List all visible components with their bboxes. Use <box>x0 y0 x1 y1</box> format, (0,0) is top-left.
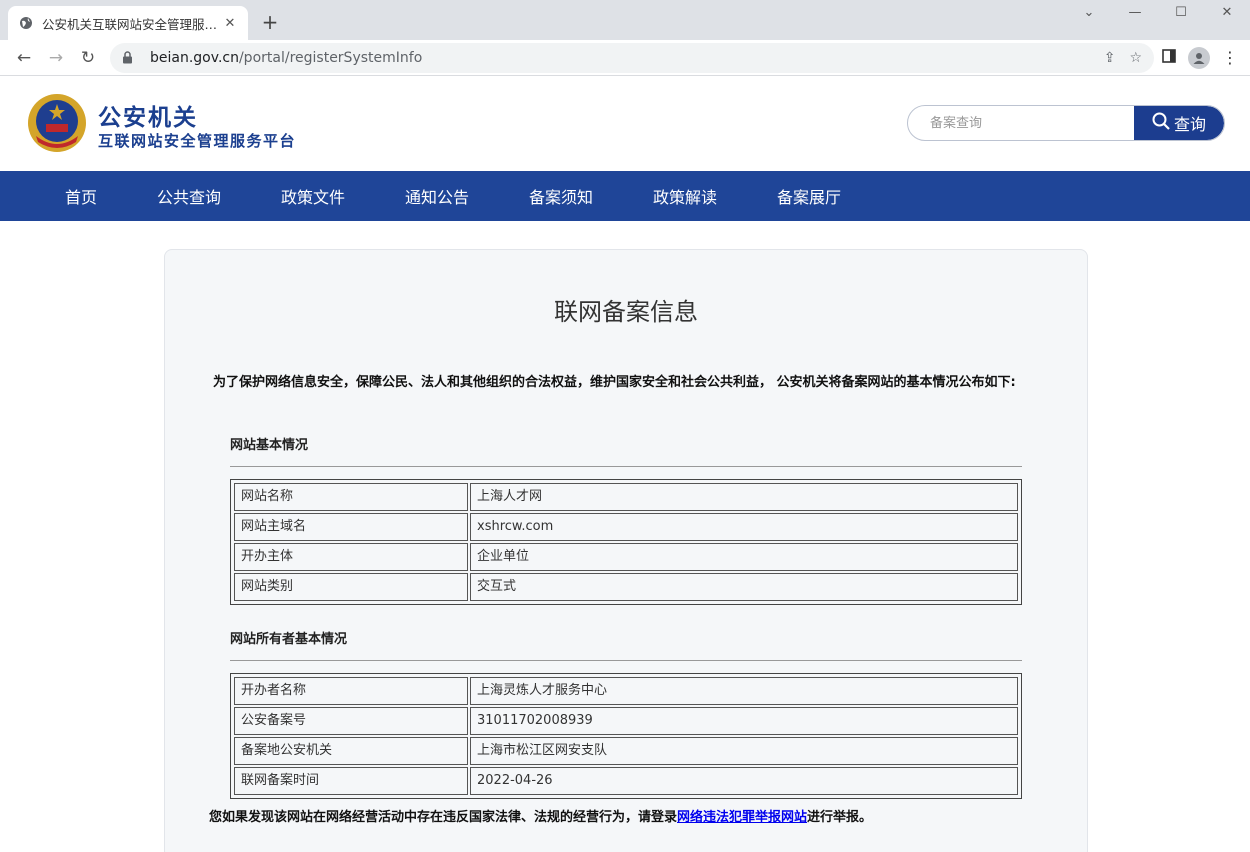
search-box: 查询 <box>907 105 1225 141</box>
row-value: 交互式 <box>470 573 1018 601</box>
brand-title: 公安机关 <box>98 105 198 131</box>
nav-item-policy-interpretation[interactable]: 政策解读 <box>624 184 748 208</box>
row-value: xshrcw.com <box>470 513 1018 541</box>
row-value: 2022-04-26 <box>470 767 1018 795</box>
police-emblem-icon <box>26 92 88 154</box>
report-suffix: 进行举报。 <box>807 810 873 825</box>
forward-icon[interactable]: → <box>40 42 72 74</box>
row-label: 网站名称 <box>234 483 468 511</box>
table-row: 公安备案号 31011702008939 <box>233 706 1019 736</box>
row-value: 31011702008939 <box>470 707 1018 735</box>
table-row: 联网备案时间 2022-04-26 <box>233 766 1019 796</box>
maximize-icon[interactable]: ☐ <box>1158 0 1204 28</box>
row-value: 上海市松江区网安支队 <box>470 737 1018 765</box>
row-label: 公安备案号 <box>234 707 468 735</box>
site-info-table: 网站名称 上海人才网 网站主域名 xshrcw.com 开办主体 企业单位 网站类别交… <box>230 479 1022 605</box>
page-title: 联网备案信息 <box>554 298 698 326</box>
table-row: 网站主域名 xshrcw.com <box>233 512 1019 542</box>
minimize-icon[interactable]: — <box>1112 0 1158 28</box>
browser-tabstrip: 公安机关互联网站安全管理服务平台 ✕ + ⌄ — ☐ ✕ <box>0 0 1250 40</box>
tab-title: 公安机关互联网站安全管理服务平台 <box>42 16 222 32</box>
browser-toolbar: ← → ↻ beian.gov.cn/portal/registerSystem… <box>0 40 1250 76</box>
brand-subtitle: 互联网站安全管理服务平台 <box>98 132 297 150</box>
search-button[interactable]: 查询 <box>1134 106 1224 140</box>
site-header: 公安机关 互联网站安全管理服务平台 查询 <box>0 76 1250 171</box>
tab-close-icon[interactable]: ✕ <box>222 16 238 31</box>
search-input[interactable] <box>908 106 1134 140</box>
row-value: 上海灵炼人才服务中心 <box>470 677 1018 705</box>
table-row: 网站名称 上海人才网 <box>233 482 1019 512</box>
row-label: 开办者名称 <box>234 677 468 705</box>
side-panel-icon[interactable] <box>1162 48 1176 67</box>
row-label: 备案地公安机关 <box>234 737 468 765</box>
nav-item-policy-files[interactable]: 政策文件 <box>252 184 376 208</box>
section-title-owner-info: 网站所有者基本情况 <box>230 632 348 647</box>
report-prefix: 您如果发现该网站在网络经营活动中存在违反国家法律、法规的经营行为，请登录 <box>209 810 678 825</box>
report-notice: 您如果发现该网站在网络经营活动中存在违反国家法律、法规的经营行为，请登录网络违法… <box>209 806 872 825</box>
row-label: 网站主域名 <box>234 513 468 541</box>
nav-item-filing-guide[interactable]: 备案须知 <box>500 184 624 208</box>
url-path: /portal/registerSystemInfo <box>238 49 423 66</box>
nav-item-public-query[interactable]: 公共查询 <box>128 184 252 208</box>
divider <box>230 660 1022 661</box>
window-controls: ⌄ — ☐ ✕ <box>1066 0 1250 28</box>
menu-kebab-icon[interactable]: ⋮ <box>1222 48 1238 67</box>
row-label: 联网备案时间 <box>234 767 468 795</box>
new-tab-button[interactable]: + <box>258 10 282 34</box>
table-row: 开办者名称 上海灵炼人才服务中心 <box>233 676 1019 706</box>
section-title-site-info: 网站基本情况 <box>230 438 309 453</box>
profile-avatar-icon[interactable] <box>1188 46 1210 69</box>
close-window-icon[interactable]: ✕ <box>1204 0 1250 28</box>
main-content: 联网备案信息 为了保护网络信息安全，保障公民、法人和其他组织的合法权益，维护国家… <box>0 221 1250 852</box>
url-host: beian.gov.cn <box>150 49 239 66</box>
table-row: 网站类别 交互式 <box>233 572 1019 602</box>
main-nav: 首页 公共查询 政策文件 通知公告 备案须知 政策解读 备案展厅 <box>0 171 1250 221</box>
nav-item-home[interactable]: 首页 <box>36 184 128 208</box>
info-card: 联网备案信息 为了保护网络信息安全，保障公民、法人和其他组织的合法权益，维护国家… <box>164 249 1088 852</box>
intro-text: 为了保护网络信息安全，保障公民、法人和其他组织的合法权益，维护国家安全和社会公共… <box>213 375 1016 390</box>
bookmark-star-icon[interactable]: ☆ <box>1129 50 1142 66</box>
reload-icon[interactable]: ↻ <box>72 42 104 74</box>
nav-item-notices[interactable]: 通知公告 <box>376 184 500 208</box>
row-value: 上海人才网 <box>470 483 1018 511</box>
share-icon[interactable]: ⇪ <box>1104 50 1116 66</box>
tab-search-icon[interactable]: ⌄ <box>1066 0 1112 28</box>
table-row: 开办主体 企业单位 <box>233 542 1019 572</box>
globe-icon <box>18 15 34 31</box>
search-icon <box>1152 112 1170 134</box>
owner-info-table: 开办者名称 上海灵炼人才服务中心 公安备案号 31011702008939 备案地公… <box>230 673 1022 799</box>
report-link[interactable]: 网络违法犯罪举报网站 <box>677 810 807 825</box>
row-value: 企业单位 <box>470 543 1018 571</box>
browser-tab[interactable]: 公安机关互联网站安全管理服务平台 ✕ <box>8 6 248 40</box>
address-bar[interactable]: beian.gov.cn/portal/registerSystemInfo ⇪… <box>110 42 1154 73</box>
row-label: 开办主体 <box>234 543 468 571</box>
nav-item-filing-hall[interactable]: 备案展厅 <box>748 184 872 208</box>
lock-icon <box>122 51 140 64</box>
search-button-label: 查询 <box>1173 115 1206 134</box>
back-icon[interactable]: ← <box>8 42 40 74</box>
table-row: 备案地公安机关 上海市松江区网安支队 <box>233 736 1019 766</box>
divider <box>230 466 1022 467</box>
row-label: 网站类别 <box>234 573 468 601</box>
